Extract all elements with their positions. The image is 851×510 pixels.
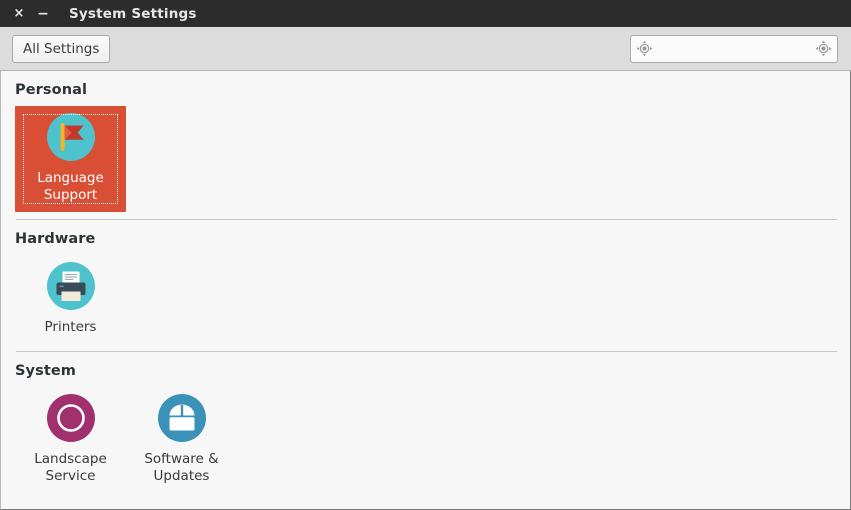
group-items: Printers (1, 251, 850, 344)
software-updates-icon (157, 394, 206, 442)
settings-item-label: Language Support (37, 170, 104, 203)
settings-item-label: Software & Updates (144, 451, 219, 484)
settings-item-label: Landscape Service (34, 451, 107, 484)
settings-panel: Personal Language Support Hardware Printe… (0, 71, 851, 510)
window-title: System Settings (69, 5, 197, 22)
titlebar: × − System Settings (0, 0, 851, 27)
printer-icon (46, 262, 95, 310)
group-title: Hardware (15, 231, 96, 247)
settings-group: Hardware Printers (1, 219, 850, 344)
settings-group: Personal Language Support (1, 71, 850, 212)
all-settings-label: All Settings (23, 40, 100, 57)
landscape-service-icon (46, 394, 95, 442)
close-icon[interactable]: × (11, 6, 27, 22)
language-flag-icon (46, 113, 95, 161)
toolbar: All Settings (0, 27, 851, 71)
settings-group: System Landscape Service Software & Upda… (1, 351, 850, 493)
group-title: Personal (15, 82, 88, 98)
target-icon[interactable] (636, 40, 653, 57)
target-icon[interactable] (815, 40, 832, 57)
search-box[interactable] (630, 34, 838, 63)
settings-item[interactable]: Landscape Service (15, 387, 126, 493)
settings-item-label: Printers (44, 319, 97, 335)
system-settings-window: × − System Settings All Settings Persona… (0, 0, 851, 510)
settings-item[interactable]: Software & Updates (126, 387, 237, 493)
group-title: System (15, 363, 77, 379)
all-settings-button[interactable]: All Settings (12, 34, 111, 63)
minimize-icon[interactable]: − (35, 6, 51, 22)
group-items: Landscape Service Software & Updates (1, 383, 850, 493)
settings-item[interactable]: Language Support (15, 106, 126, 212)
search-input[interactable] (653, 41, 815, 56)
settings-item[interactable]: Printers (15, 255, 126, 344)
group-items: Language Support (1, 102, 850, 212)
